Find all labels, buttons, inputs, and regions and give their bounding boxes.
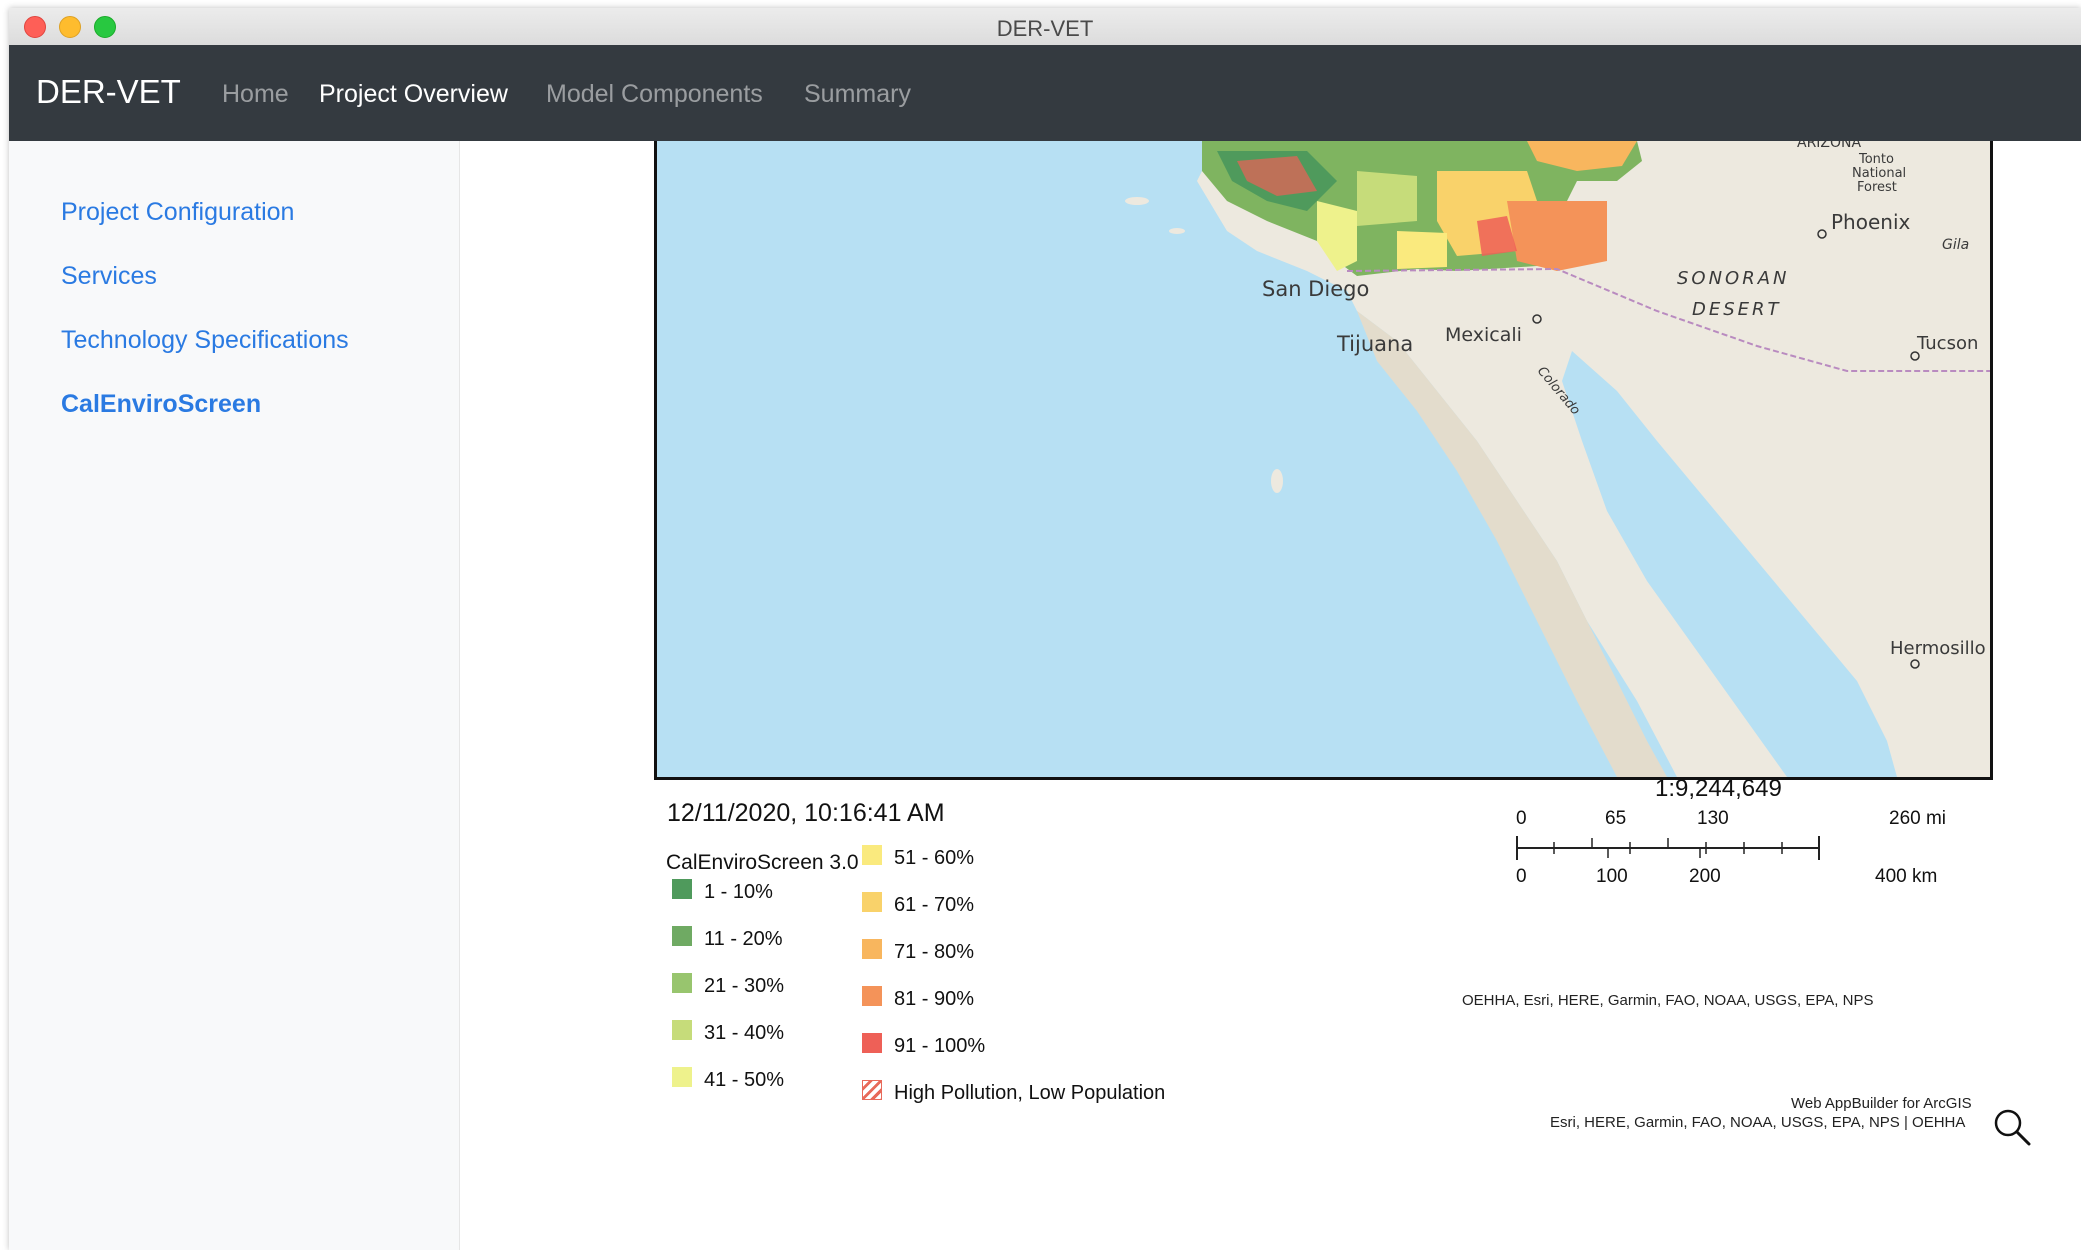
top-navbar: DER-VET Home Project Overview Model Comp… [9,45,2081,141]
nav-summary[interactable]: Summary [804,80,911,109]
legend-swatch [862,1033,882,1053]
sidebar-item-services[interactable]: Services [61,262,157,291]
credit-web-appbuilder: Web AppBuilder for ArcGIS [1791,1095,1972,1112]
map-view[interactable]: ARIZONA Tonto National Forest Phoenix Gi… [654,141,1993,780]
map-timestamp: 12/11/2020, 10:16:41 AM [667,799,945,827]
credit-sources: Esri, HERE, Garmin, FAO, NOAA, USGS, EPA… [1550,1114,1966,1131]
label-mexicali: Mexicali [1445,324,1522,346]
search-icon[interactable] [1992,1107,2032,1147]
scale-km-label: 400 km [1875,866,1938,887]
legend-swatch [672,879,692,899]
title-bar: DER-VET [9,8,2081,46]
label-san-diego: San Diego [1262,277,1369,301]
label-sonoran-1: SONORAN [1677,268,1790,289]
label-tonto-2: National [1852,166,1906,181]
scale-ratio: 1:9,244,649 [1655,775,1782,802]
nav-project-overview[interactable]: Project Overview [319,80,508,109]
scale-mi-label: 65 [1605,808,1627,829]
scale-mi-label: 260 mi [1889,808,1947,829]
legend-swatch [862,845,882,865]
app-window: DER-VET DER-VET Home Project Overview Mo… [9,8,2081,1250]
label-phoenix: Phoenix [1831,210,1911,234]
legend-swatch [862,892,882,912]
scale-mi-label: 0 [1516,808,1527,829]
scale-mi-label: 130 [1697,808,1729,829]
legend-swatch-hatched [862,1080,882,1100]
map-attribution: OEHHA, Esri, HERE, Garmin, FAO, NOAA, US… [1462,992,1874,1009]
scale-bar [1516,836,1820,860]
label-tonto-1: Tonto [1858,152,1894,167]
nav-home[interactable]: Home [222,80,289,109]
scale-km-label: 100 [1596,866,1628,887]
sidebar: Project Configuration Services Technolog… [9,141,460,1250]
legend-title: CalEnviroScreen 3.0 [666,851,859,874]
legend-swatch [672,1067,692,1087]
legend-swatch [672,973,692,993]
sidebar-item-calenviroscreen[interactable]: CalEnviroScreen [61,390,261,419]
sidebar-item-project-configuration[interactable]: Project Configuration [61,198,294,227]
scale-km-label: 200 [1689,866,1721,887]
scale-km-label: 0 [1516,866,1527,887]
map-canvas[interactable]: ARIZONA Tonto National Forest Phoenix Gi… [657,141,1990,777]
label-gila: Gila [1942,237,1969,253]
label-tucson: Tucson [1916,333,1978,354]
legend-swatch [672,1020,692,1040]
label-tonto-3: Forest [1857,180,1897,195]
label-sonoran-2: DESERT [1692,299,1782,320]
nav-model-components[interactable]: Model Components [546,80,763,109]
label-hermosillo: Hermosillo [1890,638,1986,659]
legend-swatch [862,939,882,959]
legend-swatch [862,986,882,1006]
label-tijuana: Tijuana [1336,332,1413,356]
sidebar-item-technology-specifications[interactable]: Technology Specifications [61,326,349,355]
label-arizona: ARIZONA [1797,141,1862,151]
legend-swatch [672,926,692,946]
navbar-brand[interactable]: DER-VET [36,73,181,111]
window-title: DER-VET [996,16,1094,41]
